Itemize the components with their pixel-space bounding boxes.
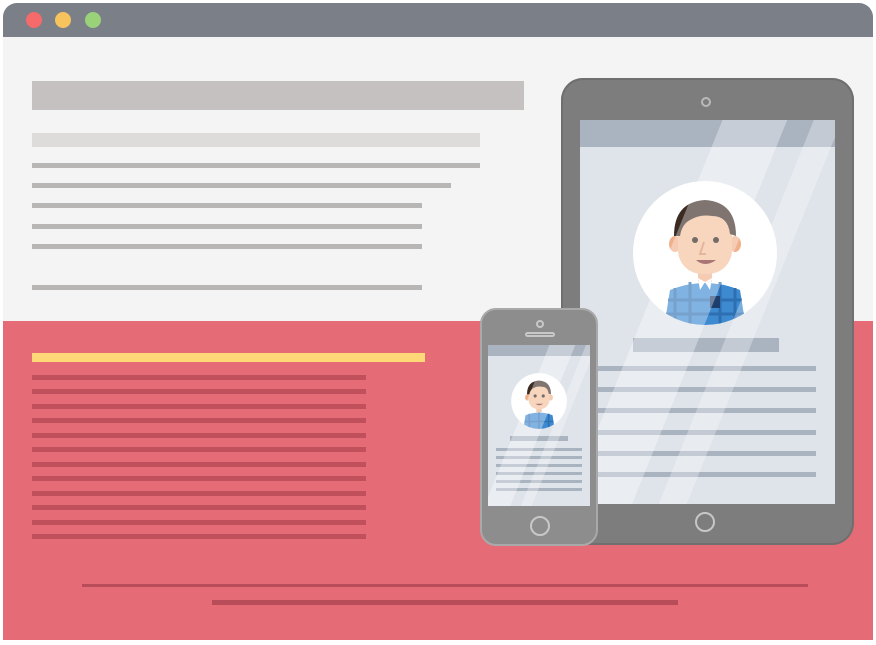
text-line-placeholder [32, 491, 366, 496]
text-line-placeholder [32, 163, 480, 168]
tablet-camera [701, 97, 711, 107]
phone-screen-header [488, 345, 590, 356]
tablet-home-button [695, 512, 715, 532]
text-line-placeholder [32, 404, 366, 409]
text-line-placeholder [598, 366, 816, 371]
profile-name-placeholder [633, 338, 779, 352]
text-line-placeholder [598, 408, 816, 413]
text-line-placeholder [32, 285, 422, 290]
text-line-placeholder [32, 203, 422, 208]
text-line-placeholder [496, 448, 582, 451]
footer-line-placeholder [212, 600, 678, 605]
text-line-placeholder [32, 476, 366, 481]
text-line-placeholder [496, 480, 582, 483]
text-line-placeholder [32, 433, 366, 438]
phone-home-button [530, 516, 550, 536]
text-line-placeholder [32, 505, 366, 510]
tablet-screen [580, 120, 835, 504]
phone-speaker [525, 332, 555, 337]
text-line-placeholder [32, 418, 366, 423]
subheadline-placeholder [32, 133, 480, 147]
text-line-placeholder [598, 451, 816, 456]
highlight-bar [32, 353, 425, 362]
close-window-button[interactable] [26, 12, 42, 28]
text-line-placeholder [496, 456, 582, 459]
text-line-placeholder [32, 183, 451, 188]
text-line-placeholder [32, 224, 422, 229]
text-line-placeholder [32, 447, 366, 452]
text-line-placeholder [32, 520, 366, 525]
text-line-placeholder [32, 534, 366, 539]
text-line-placeholder [32, 244, 422, 249]
text-line-placeholder [496, 464, 582, 467]
browser-window [3, 3, 873, 640]
window-titlebar [3, 3, 873, 37]
phone-screen [488, 345, 590, 506]
tablet-device [561, 78, 854, 545]
text-line-placeholder [598, 387, 816, 392]
text-line-placeholder [496, 488, 582, 491]
minimize-window-button[interactable] [55, 12, 71, 28]
footer-line-placeholder [82, 584, 808, 587]
text-line-placeholder [598, 472, 816, 477]
text-line-placeholder [32, 389, 366, 394]
tablet-screen-header [580, 120, 835, 147]
maximize-window-button[interactable] [85, 12, 101, 28]
person-avatar-icon [511, 373, 567, 429]
person-avatar-icon [633, 181, 777, 325]
profile-name-placeholder [510, 436, 568, 441]
text-line-placeholder [32, 462, 366, 467]
text-line-placeholder [598, 430, 816, 435]
headline-placeholder [32, 81, 524, 110]
text-line-placeholder [496, 472, 582, 475]
phone-camera [536, 320, 544, 328]
phone-device [480, 308, 598, 546]
text-line-placeholder [32, 375, 366, 380]
